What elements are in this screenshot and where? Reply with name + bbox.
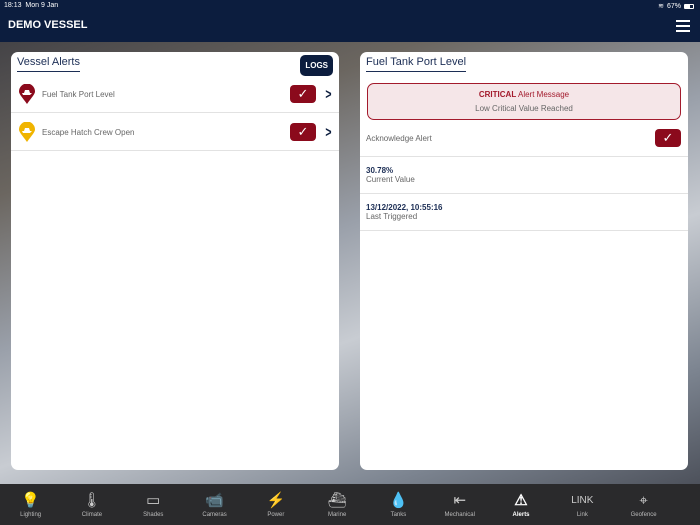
boat-pin-icon — [19, 84, 35, 104]
wifi-icon: ≋ — [658, 3, 664, 10]
bottom-tab-bar: 💡 Lighting 🌡 Climate ▭ Shades 📹 Cameras ⚡ Power ⛴ M… — [0, 484, 700, 525]
vessel-alerts-panel: Vessel Alerts LOGS Fuel Tank Port Level … — [11, 52, 339, 470]
tab-lighting[interactable]: 💡 Lighting — [0, 484, 61, 525]
chevron-right-icon[interactable]: > — [326, 86, 332, 103]
boat-pin-icon — [19, 122, 35, 142]
hamburger-menu-icon[interactable] — [676, 20, 690, 35]
tab-label: Tanks — [390, 512, 407, 518]
status-right: ≋ 67% — [658, 2, 694, 10]
critical-label: CRITICAL — [478, 90, 517, 99]
current-value: 30.78% — [366, 166, 394, 175]
alert-row-escape-hatch[interactable]: Escape Hatch Crew Open ✓ > — [11, 114, 339, 151]
bulb-icon: 💡 — [21, 492, 40, 509]
tank-icon: 💧 — [389, 492, 408, 509]
tab-tanks[interactable]: 💧 Tanks — [368, 484, 429, 525]
tab-label: Link — [576, 512, 588, 518]
thermometer-icon: 🌡 — [82, 492, 102, 509]
acknowledge-label: Acknowledge Alert — [366, 133, 432, 143]
tab-label: Alerts — [512, 512, 530, 518]
battery-icon: ⚡ — [266, 492, 286, 509]
acknowledge-checkbox[interactable]: ✓ — [655, 129, 681, 147]
acknowledge-row: Acknowledge Alert ✓ — [360, 120, 688, 157]
shades-icon: ▭ — [146, 492, 161, 509]
tab-cameras[interactable]: 📹 Cameras — [184, 484, 245, 525]
tab-label: Cameras — [202, 512, 227, 518]
camera-icon: 📹 — [205, 492, 224, 509]
door-icon: ⇤ — [453, 492, 467, 509]
last-triggered-row: 13/12/2022, 10:55:16 Last Triggered — [360, 194, 688, 231]
tab-power[interactable]: ⚡ Power — [245, 484, 306, 525]
link-icon: LINK — [571, 495, 594, 506]
tab-label: Lighting — [20, 512, 42, 518]
acknowledge-checkbox[interactable]: ✓ — [290, 123, 316, 141]
app-header: 18:13 Mon 9 Jan ≋ 67% DEMO VESSEL — [0, 0, 700, 42]
last-triggered-label: Last Triggered — [366, 212, 418, 221]
critical-subtext: Low Critical Value Reached — [475, 104, 573, 113]
tab-geofence[interactable]: ⌖ Geofence — [613, 484, 674, 525]
status-time: 18:13 Mon 9 Jan — [4, 2, 59, 9]
chevron-right-icon[interactable]: > — [326, 124, 332, 141]
tab-label: Climate — [81, 512, 103, 518]
tab-marine[interactable]: ⛴ Marine — [306, 484, 367, 525]
alert-detail-panel: Fuel Tank Port Level CRITICAL Alert Mess… — [360, 52, 688, 470]
tab-mechanical[interactable]: ⇤ Mechanical — [429, 484, 490, 525]
alert-message-label: Alert Message — [516, 90, 570, 99]
tab-label: Marine — [327, 512, 347, 518]
panel-title: Fuel Tank Port Level — [366, 56, 467, 72]
current-value-label: Current Value — [366, 175, 415, 184]
tab-label: Shades — [143, 512, 164, 518]
tab-label: Geofence — [630, 512, 657, 518]
battery-icon — [684, 3, 694, 9]
alert-label: Escape Hatch Crew Open — [42, 127, 135, 137]
tab-shades[interactable]: ▭ Shades — [123, 484, 184, 525]
tab-climate[interactable]: 🌡 Climate — [61, 484, 122, 525]
geofence-icon: ⌖ — [639, 492, 648, 509]
current-value-row: 30.78% Current Value — [360, 157, 688, 194]
alert-row-fuel-tank[interactable]: Fuel Tank Port Level ✓ > — [11, 76, 339, 113]
alert-label: Fuel Tank Port Level — [42, 89, 115, 99]
last-triggered-value: 13/12/2022, 10:55:16 — [366, 203, 443, 212]
boat-icon: ⛴ — [327, 492, 347, 509]
battery-percent: 67% — [666, 2, 681, 10]
acknowledge-checkbox[interactable]: ✓ — [290, 85, 316, 103]
tab-link[interactable]: LINK Link — [552, 484, 613, 525]
tab-label: Mechanical — [444, 512, 475, 518]
tab-alerts[interactable]: ⚠ Alerts — [490, 484, 551, 525]
critical-alert-message: CRITICAL Alert Message Low Critical Valu… — [367, 83, 681, 120]
logs-button[interactable]: LOGS — [300, 55, 333, 76]
tab-label: Power — [267, 512, 285, 518]
vessel-title: DEMO VESSEL — [8, 19, 88, 31]
warning-icon: ⚠ — [514, 492, 528, 509]
panel-title: Vessel Alerts — [17, 56, 80, 72]
